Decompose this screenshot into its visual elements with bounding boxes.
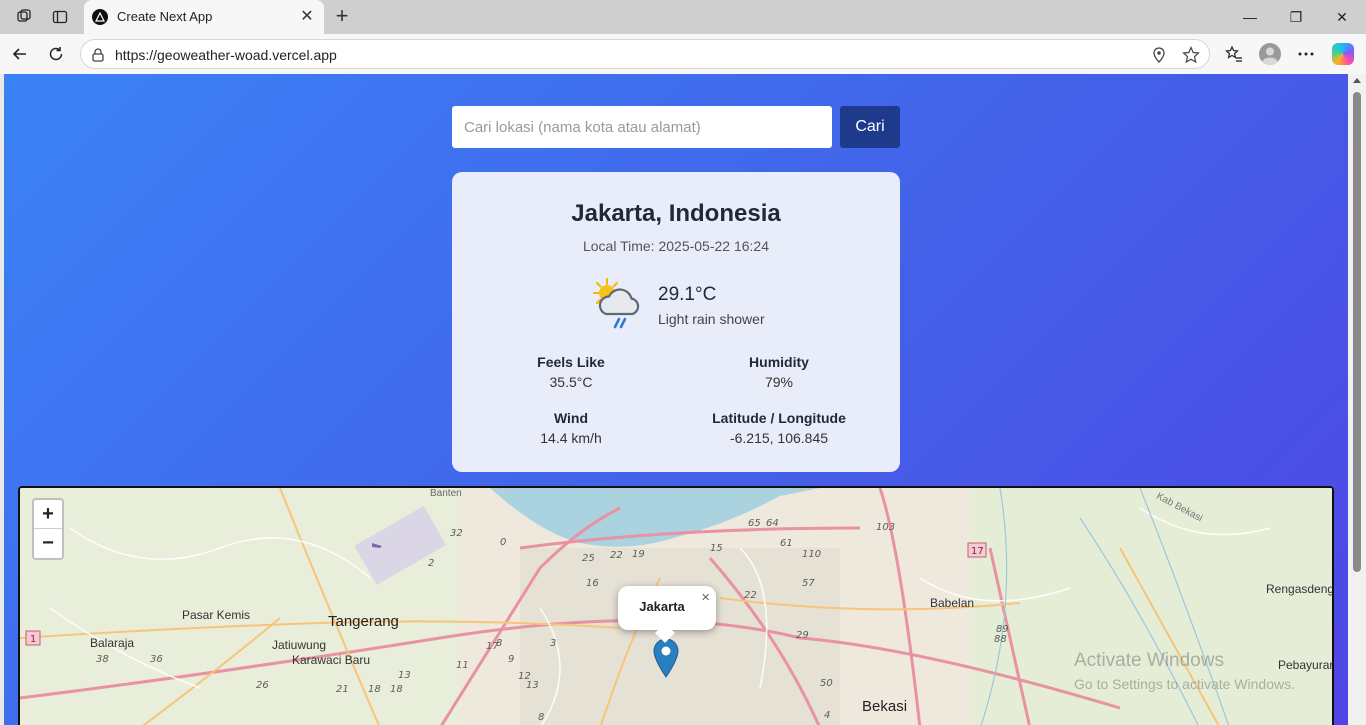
windows-watermark-subtitle: Go to Settings to activate Windows. bbox=[1074, 676, 1295, 692]
svg-text:18: 18 bbox=[390, 684, 403, 695]
svg-text:16: 16 bbox=[586, 578, 599, 589]
page-scrollbar[interactable] bbox=[1348, 74, 1366, 725]
svg-text:4: 4 bbox=[824, 710, 830, 721]
wind-value: 14.4 km/h bbox=[540, 430, 602, 446]
location-icon[interactable] bbox=[1150, 46, 1168, 64]
copilot-icon[interactable] bbox=[1332, 43, 1354, 65]
lat-lon-value: -6.215, 106.845 bbox=[729, 430, 829, 446]
svg-text:22: 22 bbox=[744, 590, 757, 601]
svg-text:22: 22 bbox=[610, 550, 623, 561]
svg-text:2: 2 bbox=[428, 558, 434, 569]
map-label-jatiuwung: Jatiuwung bbox=[272, 638, 327, 652]
svg-text:57: 57 bbox=[802, 578, 815, 589]
svg-text:21: 21 bbox=[336, 684, 349, 695]
minimize-icon[interactable]: — bbox=[1238, 5, 1262, 29]
svg-text:50: 50 bbox=[820, 678, 833, 689]
humidity-label: Humidity bbox=[749, 354, 809, 370]
zoom-in-button[interactable]: + bbox=[34, 500, 62, 529]
svg-text:65: 65 bbox=[748, 518, 761, 529]
svg-text:26: 26 bbox=[256, 680, 269, 691]
map-label-balaraja: Balaraja bbox=[90, 636, 135, 650]
svg-text:88: 88 bbox=[994, 634, 1007, 645]
map-container[interactable]: 32 2 0 25 22 19 15 65 64 61 110 57 103 16 22 3 29 50… bbox=[18, 486, 1334, 725]
temperature: 29.1°C bbox=[658, 284, 717, 305]
tab-actions-icon[interactable] bbox=[48, 5, 72, 29]
profile-avatar-icon[interactable] bbox=[1259, 43, 1281, 65]
favorite-star-icon[interactable] bbox=[1182, 46, 1200, 64]
svg-text:64: 64 bbox=[766, 518, 779, 529]
map-label-pasar-kemis: Pasar Kemis bbox=[182, 608, 251, 622]
svg-text:15: 15 bbox=[710, 543, 723, 554]
map-label-banten: Banten bbox=[430, 488, 462, 499]
svg-text:36: 36 bbox=[150, 654, 163, 665]
windows-watermark-title: Activate Windows bbox=[1074, 650, 1224, 671]
map-label-pebayuran: Pebayuran bbox=[1278, 658, 1334, 672]
map-label-tangerang: Tangerang bbox=[328, 613, 399, 630]
svg-text:38: 38 bbox=[96, 654, 109, 665]
map-marker-icon[interactable] bbox=[653, 638, 679, 678]
search-button[interactable]: Cari bbox=[840, 106, 900, 148]
lat-lon-label: Latitude / Longitude bbox=[712, 410, 846, 426]
svg-text:3: 3 bbox=[550, 638, 556, 649]
search-input[interactable] bbox=[452, 106, 832, 148]
svg-text:110: 110 bbox=[802, 549, 821, 560]
zoom-control: + − bbox=[32, 498, 64, 560]
svg-text:1: 1 bbox=[30, 634, 36, 645]
map-popup: Jakarta × bbox=[618, 586, 716, 643]
svg-text:13: 13 bbox=[526, 680, 539, 691]
browser-tab[interactable]: Create Next App ✕ bbox=[84, 0, 324, 34]
address-bar[interactable]: https://geoweather-woad.vercel.app bbox=[80, 39, 1210, 69]
svg-text:13: 13 bbox=[398, 670, 411, 681]
svg-text:9: 9 bbox=[508, 654, 514, 665]
wind-label: Wind bbox=[553, 410, 589, 426]
svg-text:0: 0 bbox=[500, 537, 506, 548]
map-label-bekasi: Bekasi bbox=[862, 698, 908, 715]
svg-text:8: 8 bbox=[538, 712, 544, 723]
new-tab-icon[interactable]: + bbox=[330, 4, 354, 28]
popup-label: Jakarta bbox=[639, 599, 685, 614]
map-label-babelan: Babelan bbox=[930, 596, 975, 610]
map-label-rengasdengklok: Rengasdengklok bbox=[1266, 582, 1334, 596]
svg-text:8: 8 bbox=[496, 638, 502, 649]
local-time: Local Time: 2025-05-22 16:24 bbox=[582, 238, 769, 254]
svg-text:32: 32 bbox=[450, 528, 463, 539]
svg-text:18: 18 bbox=[368, 684, 381, 695]
svg-text:29: 29 bbox=[796, 630, 809, 641]
svg-text:25: 25 bbox=[582, 553, 595, 564]
partly-cloudy-rain-icon bbox=[588, 276, 648, 332]
tab-close-icon[interactable]: ✕ bbox=[298, 8, 316, 26]
popup-close-icon[interactable]: × bbox=[701, 589, 710, 606]
svg-text:17: 17 bbox=[971, 546, 984, 557]
humidity-value: 79% bbox=[764, 374, 794, 390]
tab-title: Create Next App bbox=[117, 9, 213, 24]
more-options-icon[interactable] bbox=[1294, 42, 1318, 66]
svg-text:61: 61 bbox=[780, 538, 793, 549]
feels-like-value: 35.5°C bbox=[549, 374, 593, 390]
svg-text:19: 19 bbox=[632, 549, 645, 560]
restore-icon[interactable]: ❐ bbox=[1284, 5, 1308, 29]
close-window-icon[interactable]: ✕ bbox=[1330, 5, 1354, 29]
svg-text:11: 11 bbox=[456, 660, 469, 671]
weather-card: Jakarta, Indonesia Local Time: 2025-05-2… bbox=[452, 172, 900, 472]
back-icon[interactable] bbox=[8, 42, 32, 66]
feels-like-label: Feels Like bbox=[537, 354, 605, 370]
page-viewport: Cari Jakarta, Indonesia Local Time: 2025… bbox=[4, 74, 1348, 725]
weather-condition: Light rain shower bbox=[658, 311, 765, 327]
zoom-out-button[interactable]: − bbox=[34, 529, 62, 558]
location-title: Jakarta, Indonesia bbox=[571, 200, 781, 227]
map-label-karawaci-baru: Karawaci Baru bbox=[292, 653, 371, 667]
browser-toolbar: https://geoweather-woad.vercel.app bbox=[0, 34, 1366, 74]
browser-tab-bar: Create Next App ✕ + — ❐ ✕ bbox=[0, 0, 1366, 34]
nextjs-favicon-icon bbox=[92, 9, 108, 25]
scroll-up-icon[interactable] bbox=[1353, 78, 1361, 83]
refresh-icon[interactable] bbox=[44, 42, 68, 66]
svg-text:103: 103 bbox=[876, 522, 895, 533]
lock-icon[interactable] bbox=[90, 47, 106, 63]
workspaces-icon[interactable] bbox=[12, 5, 36, 29]
favorites-icon[interactable] bbox=[1222, 42, 1246, 66]
url-text[interactable]: https://geoweather-woad.vercel.app bbox=[115, 47, 337, 63]
scroll-thumb[interactable] bbox=[1353, 92, 1361, 572]
